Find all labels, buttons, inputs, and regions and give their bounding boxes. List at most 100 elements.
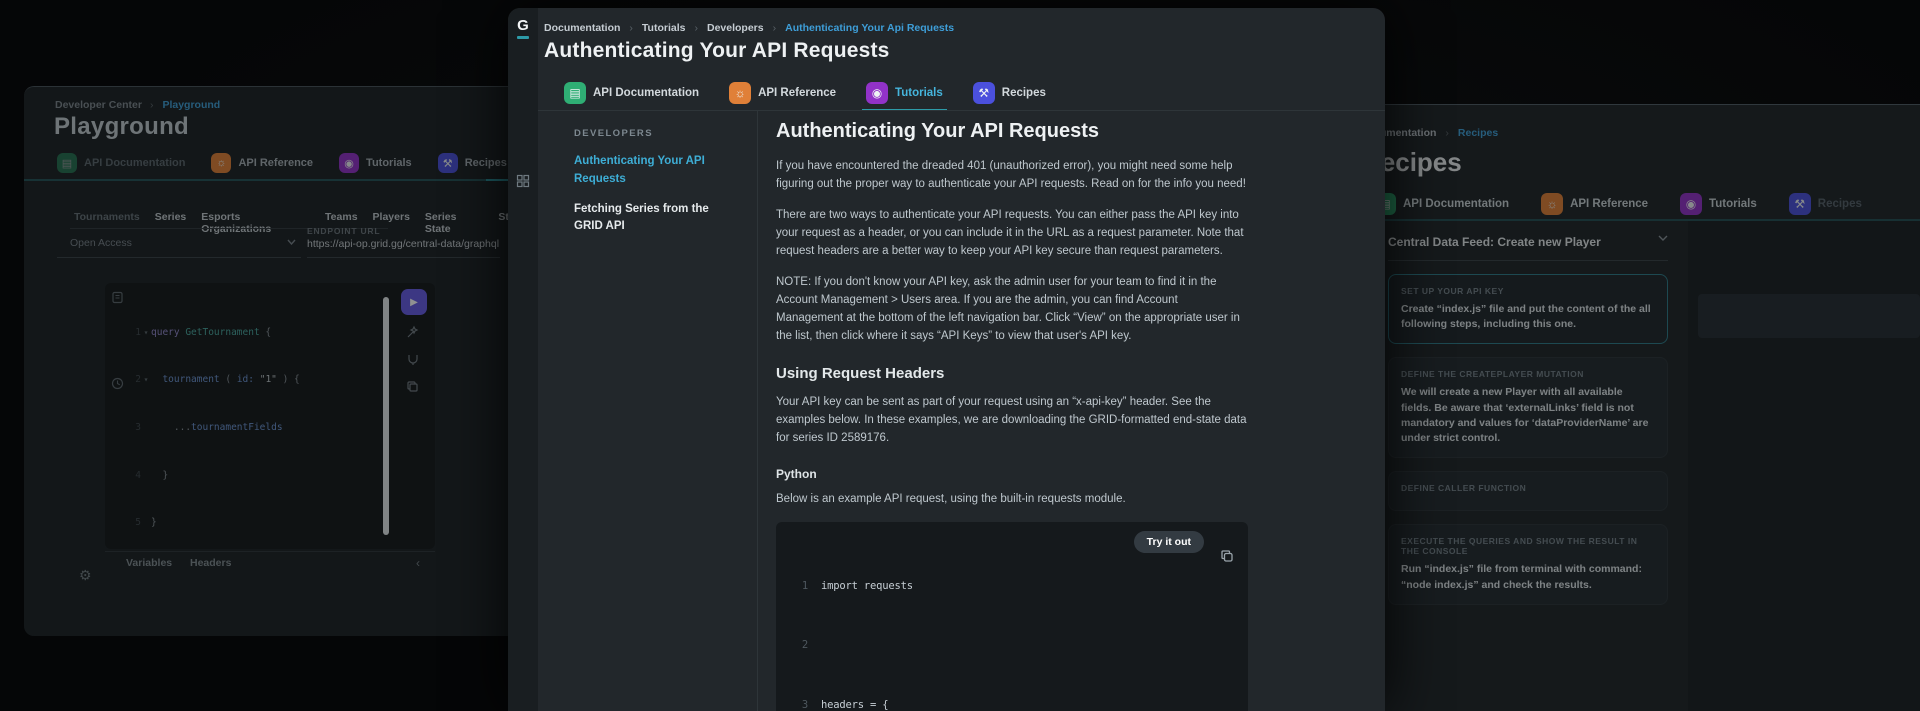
editor-scrollbar[interactable] bbox=[383, 297, 389, 535]
python-heading: Python bbox=[776, 467, 1248, 481]
tab-label: Tutorials bbox=[366, 157, 412, 169]
breadcrumb-item[interactable]: Documentation bbox=[544, 22, 620, 34]
paragraph: Your API key can be sent as part of your… bbox=[776, 393, 1248, 447]
tab[interactable]: ☼ API Reference bbox=[1541, 189, 1648, 219]
paragraph: Below is an example API request, using t… bbox=[776, 490, 1248, 508]
tutorials-icon: ◉ bbox=[1680, 193, 1702, 215]
tabs-underline bbox=[24, 179, 524, 181]
endpoint-url-label: ENDPOINT URL bbox=[307, 226, 380, 236]
api-reference-icon: ☼ bbox=[1541, 193, 1563, 215]
breadcrumb-item[interactable]: Developer Center bbox=[55, 99, 142, 111]
recipe-code-panel: 1 API_KEY = "YOUR_API_KEY" 2 ENDPOINT = … bbox=[1688, 221, 1920, 711]
breadcrumb: Developer Center Playground bbox=[55, 99, 220, 111]
tab-label: Tutorials bbox=[1709, 198, 1757, 210]
endpoint-url-value[interactable]: https://api-op.grid.gg/central-data/grap… bbox=[307, 238, 499, 250]
breadcrumb: Documentation Tutorials Developers Authe… bbox=[544, 22, 954, 34]
python-code-block: 1 import requests 2 3 headers = { bbox=[776, 522, 1248, 711]
subnav-item[interactable]: Series bbox=[155, 211, 187, 235]
tab[interactable]: ◉ Tutorials bbox=[1680, 189, 1757, 219]
sidebar-item[interactable]: Fetching Series from the GRID API bbox=[574, 201, 739, 237]
code-line: 5 } bbox=[127, 517, 383, 529]
breadcrumb-item[interactable]: Recipes bbox=[1445, 127, 1498, 139]
copy-icon[interactable] bbox=[406, 380, 419, 398]
collapse-icon[interactable]: ‹ bbox=[416, 556, 420, 570]
tab[interactable]: ☼ API Reference bbox=[729, 78, 836, 108]
fold-caret-icon[interactable] bbox=[141, 470, 151, 482]
tab[interactable]: ▤ API Documentation bbox=[1374, 189, 1509, 219]
editor-code[interactable]: 1 ▾ query GetTournament { 2 ▾ tournament… bbox=[127, 291, 383, 545]
step-label: EXECUTE THE QUERIES AND SHOW THE RESULT … bbox=[1401, 536, 1655, 556]
tab-bar: ▤ API Documentation ☼ API Reference ◉ Tu… bbox=[564, 78, 1046, 108]
recipe-step-card[interactable]: SET UP YOUR API KEY Create “index.js” fi… bbox=[1388, 274, 1668, 344]
tab-label: API Reference bbox=[238, 157, 313, 169]
recipe-code-highlight: 1 API_KEY = "YOUR_API_KEY" 2 ENDPOINT = … bbox=[1698, 294, 1920, 338]
tab-label: API Documentation bbox=[1403, 198, 1509, 210]
merge-icon[interactable] bbox=[406, 353, 420, 372]
recipe-select[interactable]: Central Data Feed: Create new Player bbox=[1388, 233, 1668, 251]
access-select[interactable]: Open Access bbox=[70, 237, 132, 249]
divider bbox=[57, 257, 301, 258]
docs-icon[interactable] bbox=[111, 291, 124, 309]
copy-icon[interactable] bbox=[1159, 534, 1234, 583]
code-line: 1 ▾ query GetTournament { bbox=[127, 327, 383, 339]
desktop-background: Developer Center Playground Playground ▤… bbox=[0, 0, 1920, 711]
breadcrumb-item[interactable]: Tutorials bbox=[629, 22, 685, 34]
prettify-icon[interactable] bbox=[406, 325, 420, 344]
gear-icon[interactable]: ⚙ bbox=[79, 567, 92, 584]
article-title: Authenticating Your API Requests bbox=[776, 120, 1248, 143]
tab[interactable]: ◉ Tutorials bbox=[866, 78, 943, 108]
tab[interactable]: ▤ API Documentation bbox=[564, 78, 699, 108]
recipe-step-card[interactable]: EXECUTE THE QUERIES AND SHOW THE RESULT … bbox=[1388, 524, 1668, 604]
entity-subnav: Tournaments Series Esports Organizations… bbox=[74, 211, 524, 235]
grid-logo[interactable]: G bbox=[508, 18, 538, 39]
recipe-select-value: Central Data Feed: Create new Player bbox=[1388, 235, 1601, 249]
tab[interactable]: ⚒ Recipes bbox=[973, 78, 1046, 108]
playground-window: Developer Center Playground Playground ▤… bbox=[24, 86, 524, 636]
documentation-window: G Documentation Tutorials Developers Aut… bbox=[508, 8, 1385, 711]
breadcrumb-item[interactable]: Authenticating Your Api Requests bbox=[773, 22, 954, 34]
doc-sidebar: DEVELOPERS Authenticating Your API Reque… bbox=[538, 110, 758, 711]
paragraph: There are two ways to authenticate your … bbox=[776, 206, 1248, 260]
logo-accent-bar bbox=[517, 36, 529, 39]
fold-caret-icon[interactable]: ▾ bbox=[141, 374, 151, 386]
code-line: 2 ▾ tournament ( id: "1" ) { bbox=[127, 374, 383, 386]
subnav-item[interactable]: Esports Organizations bbox=[201, 211, 310, 235]
step-description: We will create a new Player with all ava… bbox=[1401, 385, 1655, 446]
breadcrumb-item[interactable]: Playground bbox=[150, 99, 220, 111]
paragraph: NOTE: If you don't know your API key, as… bbox=[776, 273, 1248, 345]
fold-caret-icon[interactable]: ▾ bbox=[141, 327, 151, 339]
run-query-button[interactable]: ▶ bbox=[401, 289, 427, 315]
chevron-down-icon bbox=[1658, 235, 1668, 241]
tab-label: API Reference bbox=[758, 87, 836, 99]
fold-caret-icon[interactable] bbox=[141, 517, 151, 529]
tab-headers[interactable]: Headers bbox=[190, 557, 231, 569]
subnav-item[interactable]: Series State bbox=[425, 211, 483, 235]
step-label: DEFINE THE CREATEPLAYER MUTATION bbox=[1401, 369, 1655, 379]
graphql-editor[interactable]: 1 ▾ query GetTournament { 2 ▾ tournament… bbox=[105, 283, 435, 549]
tab[interactable]: ◉ Tutorials bbox=[339, 147, 412, 179]
api-reference-icon: ☼ bbox=[211, 153, 231, 173]
recipe-step-card[interactable]: DEFINE CALLER FUNCTION bbox=[1388, 471, 1668, 511]
chevron-down-icon[interactable] bbox=[287, 239, 296, 245]
step-label: DEFINE CALLER FUNCTION bbox=[1401, 483, 1655, 493]
page-title: Playground bbox=[54, 113, 189, 141]
divider bbox=[105, 551, 435, 552]
history-icon[interactable] bbox=[111, 377, 124, 395]
subnav-item[interactable]: Tournaments bbox=[74, 211, 140, 235]
breadcrumb-item[interactable]: Developers bbox=[694, 22, 763, 34]
tab[interactable]: ⚒ Recipes bbox=[1789, 189, 1862, 219]
recipe-step-card[interactable]: DEFINE THE CREATEPLAYER MUTATION We will… bbox=[1388, 357, 1668, 458]
divider bbox=[1388, 260, 1668, 261]
recipes-icon: ⚒ bbox=[438, 153, 458, 173]
divider bbox=[307, 257, 500, 258]
tab-label: Recipes bbox=[465, 157, 507, 169]
step-description: Run “index.js” file from terminal with c… bbox=[1401, 562, 1655, 592]
tab[interactable]: ☼ API Reference bbox=[211, 147, 313, 179]
sidebar-item[interactable]: Authenticating Your API Requests bbox=[574, 153, 739, 189]
tab-variables[interactable]: Variables bbox=[126, 557, 172, 569]
fold-caret-icon[interactable] bbox=[141, 422, 151, 434]
tab[interactable]: ▤ API Documentation bbox=[57, 147, 185, 179]
tab[interactable]: ⚒ Recipes bbox=[438, 147, 507, 179]
grid-menu-icon[interactable] bbox=[516, 174, 530, 193]
step-label: SET UP YOUR API KEY bbox=[1401, 286, 1655, 296]
